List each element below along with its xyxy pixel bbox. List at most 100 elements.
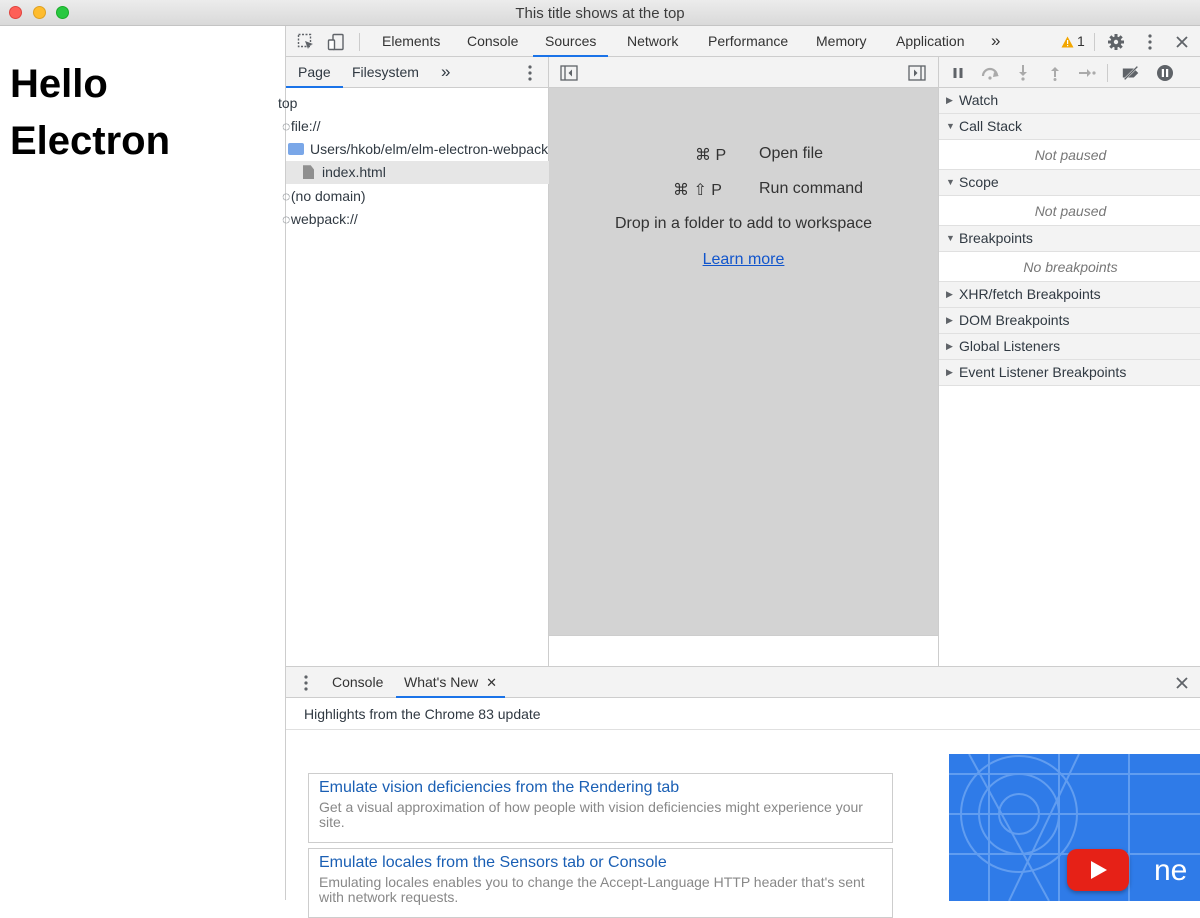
card-title[interactable]: Emulate vision deficiencies from the Ren… [319, 779, 882, 797]
kebab-menu-icon[interactable] [520, 63, 540, 83]
tab-network[interactable]: Network [625, 26, 680, 57]
more-tabs-chevron-icon[interactable]: » [441, 57, 450, 88]
caret-right-icon: ▶ [946, 315, 953, 325]
tab-memory[interactable]: Memory [814, 26, 869, 57]
device-toolbar-icon[interactable] [326, 32, 346, 52]
step-over-icon[interactable] [980, 63, 1000, 83]
pause-icon[interactable] [948, 63, 968, 83]
gear-icon[interactable] [1106, 32, 1126, 52]
toolbar-divider [1094, 33, 1095, 51]
tab-filesystem[interactable]: Filesystem [352, 57, 419, 88]
call-stack-status: Not paused [939, 140, 1200, 170]
promo-text: ne [1154, 854, 1188, 887]
whats-new-card[interactable]: Emulate vision deficiencies from the Ren… [308, 773, 893, 843]
cloud-icon: ◌ [282, 188, 291, 204]
file-icon [303, 165, 314, 180]
caret-down-icon: ▼ [946, 177, 955, 187]
close-drawer-icon[interactable] [1172, 673, 1192, 693]
shortcut-run-command-label: Run command [759, 180, 864, 197]
tree-item-no-domain[interactable]: ◌ (no domain) [282, 185, 545, 208]
debugger-sidebar: ▶ Watch ▼ Call Stack Not paused ▼ Scope Not… [938, 57, 1200, 666]
caret-down-icon: ▼ [946, 233, 955, 243]
tab-elements[interactable]: Elements [380, 26, 442, 57]
tree-item-index-html[interactable]: index.html [286, 161, 549, 184]
card-description: Get a visual approximation of how people… [319, 799, 863, 830]
tree-item-folder[interactable]: Users/hkob/elm/elm-electron-webpack [286, 138, 549, 161]
learn-more-link[interactable]: Learn more [549, 251, 938, 269]
scope-status: Not paused [939, 196, 1200, 226]
drawer-tab-console[interactable]: Console [330, 667, 385, 698]
sources-editor: ⌘ P Open file ⌘ ⇧ P Run command Drop in … [549, 57, 938, 666]
editor-placeholder: ⌘ P Open file ⌘ ⇧ P Run command Drop in … [549, 88, 938, 635]
shortcut-open-file-keys: ⌘ P [695, 147, 727, 164]
tree-item-file[interactable]: ◌ file:// [282, 115, 545, 138]
drop-folder-hint: Drop in a folder to add to workspace [614, 215, 873, 232]
caret-right-icon: ▶ [946, 367, 953, 377]
page-heading-line1: Hello [10, 62, 108, 106]
toolbar-divider [359, 33, 360, 51]
section-event-listener-breakpoints[interactable]: ▶ Event Listener Breakpoints [939, 360, 1200, 386]
step-icon[interactable] [1077, 63, 1097, 83]
devtools-main-toolbar: Elements Console Sources Network Perform… [286, 26, 1200, 57]
close-icon[interactable] [1172, 32, 1192, 52]
caret-down-icon: ▼ [946, 121, 955, 131]
navigator-tabs: Page Filesystem » [286, 57, 548, 88]
tree-item-top[interactable]: top [278, 92, 541, 115]
inspect-element-icon[interactable] [296, 32, 316, 52]
tab-application[interactable]: Application [894, 26, 967, 57]
warning-icon[interactable] [1060, 32, 1074, 52]
tab-sources[interactable]: Sources [533, 26, 609, 57]
editor-footer [549, 635, 938, 666]
kebab-menu-icon[interactable] [296, 673, 316, 693]
close-tab-icon[interactable]: ✕ [486, 675, 497, 690]
caret-right-icon: ▶ [946, 95, 953, 105]
card-title[interactable]: Emulate locales from the Sensors tab or … [319, 854, 882, 872]
more-tabs-chevron-icon[interactable]: » [989, 26, 1002, 57]
cloud-icon: ◌ [282, 211, 291, 227]
folder-icon [288, 143, 304, 156]
sources-navigator: Page Filesystem » top ◌ file:// Users/hk… [278, 57, 549, 666]
shortcut-run-command-keys: ⌘ ⇧ P [673, 182, 722, 199]
toggle-debugger-icon[interactable] [907, 63, 927, 83]
section-dom-breakpoints[interactable]: ▶ DOM Breakpoints [939, 308, 1200, 334]
whats-new-subtitle: Highlights from the Chrome 83 update [286, 698, 1200, 730]
window-title: This title shows at the top [515, 5, 685, 22]
section-global-listeners[interactable]: ▶ Global Listeners [939, 334, 1200, 360]
whats-new-video-thumbnail[interactable]: ne [949, 754, 1200, 901]
window-titlebar: This title shows at the top [0, 0, 1200, 26]
shortcut-open-file-label: Open file [759, 145, 824, 162]
breakpoints-status: No breakpoints [939, 252, 1200, 282]
page-viewport: Hello Electron [0, 26, 285, 900]
card-description: Emulating locales enables you to change … [319, 874, 865, 905]
devtools-drawer: Console What's New ✕ Highlights from the… [286, 666, 1200, 918]
tab-page[interactable]: Page [286, 57, 343, 88]
tree-item-webpack[interactable]: ◌ webpack:// [282, 208, 545, 231]
toolbar-divider [1107, 64, 1108, 82]
devtools-panel: Elements Console Sources Network Perform… [278, 26, 1200, 918]
caret-right-icon: ▶ [946, 341, 953, 351]
section-breakpoints[interactable]: ▼ Breakpoints [939, 226, 1200, 252]
warning-count[interactable]: 1 [1075, 26, 1087, 57]
play-button-icon[interactable] [1067, 849, 1129, 891]
cloud-icon: ◌ [282, 118, 291, 134]
debugger-toolbar [939, 57, 1200, 88]
kebab-menu-icon[interactable] [1140, 32, 1160, 52]
editor-toolbar [549, 57, 938, 88]
tab-performance[interactable]: Performance [706, 26, 790, 57]
drawer-tab-whats-new[interactable]: What's New ✕ [396, 667, 506, 698]
deactivate-breakpoints-icon[interactable] [1121, 63, 1141, 83]
page-heading: Hello Electron [10, 56, 280, 170]
section-call-stack[interactable]: ▼ Call Stack [939, 114, 1200, 140]
toggle-navigator-icon[interactable] [559, 63, 579, 83]
tab-console[interactable]: Console [465, 26, 520, 57]
whats-new-card[interactable]: Emulate locales from the Sensors tab or … [308, 848, 893, 918]
section-scope[interactable]: ▼ Scope [939, 170, 1200, 196]
drawer-tabs: Console What's New ✕ [286, 667, 1200, 698]
pause-on-exceptions-icon[interactable] [1155, 63, 1175, 83]
page-heading-line2: Electron [10, 119, 171, 163]
caret-right-icon: ▶ [946, 289, 953, 299]
step-into-icon[interactable] [1013, 63, 1033, 83]
section-xhr-breakpoints[interactable]: ▶ XHR/fetch Breakpoints [939, 282, 1200, 308]
step-out-icon[interactable] [1045, 63, 1065, 83]
section-watch[interactable]: ▶ Watch [939, 88, 1200, 114]
